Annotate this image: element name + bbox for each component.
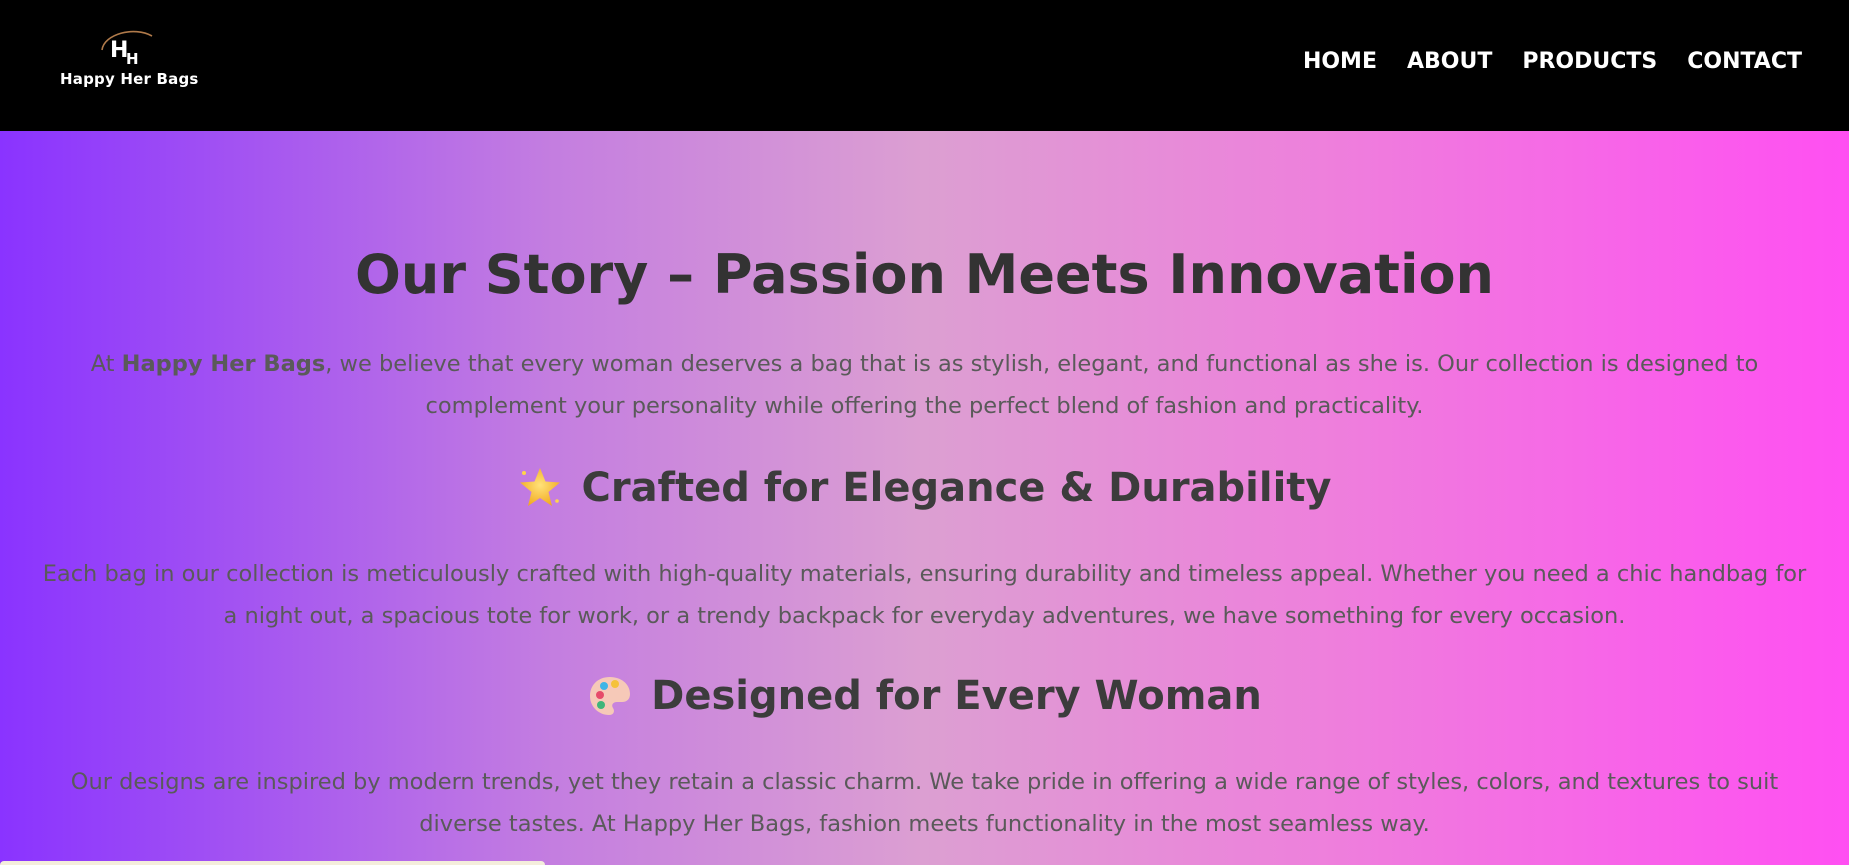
svg-text:H: H (126, 50, 139, 68)
section-heading-designed: Designed for Every Woman (0, 673, 1849, 719)
brand-logo[interactable]: H H Happy Her Bags (60, 28, 224, 90)
page-title: Our Story – Passion Meets Innovation (354, 243, 1495, 306)
bottom-popup-edge (0, 861, 545, 865)
intro-brand: Happy Her Bags (121, 351, 326, 377)
nav-contact[interactable]: CONTACT (1687, 49, 1802, 74)
main-nav: HOME ABOUT PRODUCTS CONTACT (1303, 49, 1802, 74)
nav-about[interactable]: ABOUT (1407, 49, 1492, 74)
section-heading-crafted-label: Crafted for Elegance & Durability (581, 465, 1332, 511)
story-section: Our Story – Passion Meets Innovation At … (0, 131, 1849, 865)
star-icon (520, 468, 561, 506)
section-heading-crafted: Crafted for Elegance & Durability (0, 465, 1849, 511)
intro-paragraph: At Happy Her Bags, we believe that every… (40, 343, 1809, 427)
palette-icon (590, 677, 631, 715)
logo-text: Happy Her Bags (60, 70, 199, 88)
logo-mark-icon: H H (101, 30, 153, 68)
nav-products[interactable]: PRODUCTS (1522, 49, 1657, 74)
intro-prefix: At (90, 351, 122, 377)
navbar: H H Happy Her Bags HOME ABOUT PRODUCTS C… (0, 0, 1849, 131)
nav-home[interactable]: HOME (1303, 49, 1377, 74)
section-body-designed: Our designs are inspired by modern trend… (70, 769, 1779, 837)
section-heading-designed-label: Designed for Every Woman (651, 673, 1262, 719)
section-body-crafted: Each bag in our collection is meticulous… (42, 561, 1807, 629)
intro-rest: , we believe that every woman deserves a… (325, 351, 1759, 419)
